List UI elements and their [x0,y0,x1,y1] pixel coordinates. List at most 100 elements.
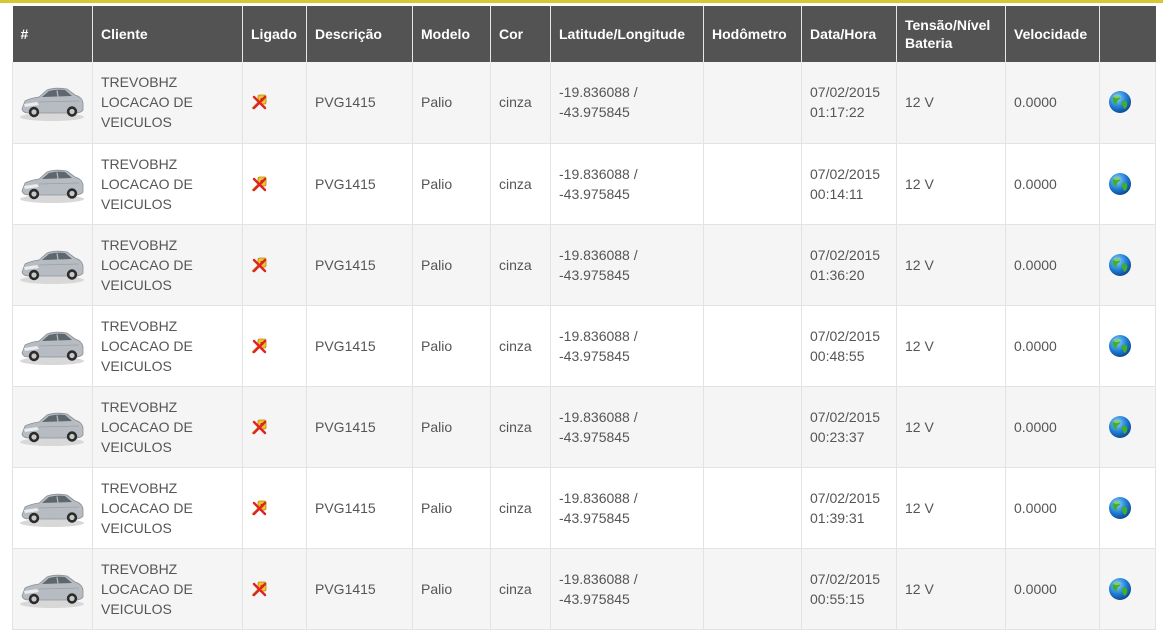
cell-modelo: Palio [412,386,491,468]
cliente-line: VEICULOS [101,519,172,536]
cliente-line: LOCACAO DE [101,94,193,111]
cell-descricao: PVG1415 [306,548,413,630]
latlon-line: -43.975845 [559,185,630,202]
cliente-line: TREVOBHZ [101,236,178,253]
cell-latlon: -19.836088 / -43.975845 [550,305,704,387]
car-icon [20,250,84,284]
col-header-actions[interactable] [1099,6,1156,62]
cell-datahora: 07/02/2015 01:36:20 [801,224,897,306]
col-header-tensao[interactable]: Tensão/Nível Bateria [896,6,1006,62]
cell-modelo: Palio [412,548,491,630]
time-text: 00:23:37 [810,428,865,445]
cell-velocidade: 0.0000 [1005,548,1100,630]
cell-map-action[interactable] [1099,386,1156,468]
time-text: 01:39:31 [810,509,865,526]
col-header-cliente[interactable]: Cliente [92,6,243,62]
globe-icon[interactable] [1108,334,1132,358]
cell-map-action[interactable] [1099,143,1156,225]
cell-map-action[interactable] [1099,548,1156,630]
date-text: 07/02/2015 [810,84,881,101]
cell-vehicle-image [12,224,93,306]
cliente-line: TREVOBHZ [101,560,178,577]
cell-ligado [242,548,307,630]
cliente-line: LOCACAO DE [101,418,193,435]
table-row[interactable]: TREVOBHZ LOCACAO DE VEICULOS PVG1415 Palio c… [12,305,1156,387]
cell-datahora: 07/02/2015 00:23:37 [801,386,897,468]
cliente-line: TREVOBHZ [101,317,178,334]
col-header-datahora[interactable]: Data/Hora [801,6,897,62]
latlon-line: -19.836088 / [559,165,638,182]
cell-datahora: 07/02/2015 00:14:11 [801,143,897,225]
top-accent-line [0,0,1163,3]
col-header-index[interactable]: # [12,6,93,62]
cell-ligado [242,224,307,306]
time-text: 00:55:15 [810,590,865,607]
ignition-off-icon [251,94,267,110]
globe-icon[interactable] [1108,90,1132,114]
latlon-line: -43.975845 [559,347,630,364]
time-text: 01:36:20 [810,266,865,283]
latlon-line: -43.975845 [559,428,630,445]
col-header-velocidade[interactable]: Velocidade [1005,6,1100,62]
col-header-latlon[interactable]: Latitude/Longitude [550,6,704,62]
cell-tensao: 12 V [896,386,1006,468]
cell-datahora: 07/02/2015 01:39:31 [801,467,897,549]
col-header-cor[interactable]: Cor [490,6,551,62]
cliente-line: TREVOBHZ [101,398,178,415]
globe-icon[interactable] [1108,253,1132,277]
cell-cliente: TREVOBHZ LOCACAO DE VEICULOS [92,62,243,144]
cell-vehicle-image [12,548,93,630]
cliente-line: VEICULOS [101,114,172,131]
latlon-line: -19.836088 / [559,84,638,101]
cell-cor: cinza [490,548,551,630]
table-row[interactable]: TREVOBHZ LOCACAO DE VEICULOS PVG1415 Palio c… [12,548,1156,630]
globe-icon[interactable] [1108,415,1132,439]
cell-map-action[interactable] [1099,62,1156,144]
cell-velocidade: 0.0000 [1005,143,1100,225]
cell-latlon: -19.836088 / -43.975845 [550,467,704,549]
cliente-line: VEICULOS [101,276,172,293]
globe-icon[interactable] [1108,577,1132,601]
col-header-descricao[interactable]: Descrição [306,6,413,62]
globe-icon[interactable] [1108,172,1132,196]
cell-descricao: PVG1415 [306,386,413,468]
table-row[interactable]: TREVOBHZ LOCACAO DE VEICULOS PVG1415 Palio c… [12,62,1156,144]
cell-descricao: PVG1415 [306,143,413,225]
cliente-line: VEICULOS [101,600,172,617]
cell-vehicle-image [12,143,93,225]
cell-cliente: TREVOBHZ LOCACAO DE VEICULOS [92,386,243,468]
cell-ligado [242,467,307,549]
cliente-line: VEICULOS [101,357,172,374]
table-row[interactable]: TREVOBHZ LOCACAO DE VEICULOS PVG1415 Palio c… [12,386,1156,468]
date-text: 07/02/2015 [810,570,881,587]
header-row: # Cliente Ligado Descrição Modelo Cor Latitude… [12,6,1156,62]
cell-descricao: PVG1415 [306,224,413,306]
time-text: 01:17:22 [810,104,865,121]
car-icon [20,574,84,608]
col-header-modelo[interactable]: Modelo [412,6,491,62]
cell-modelo: Palio [412,143,491,225]
cell-tensao: 12 V [896,224,1006,306]
date-text: 07/02/2015 [810,246,881,263]
cell-cor: cinza [490,224,551,306]
cell-map-action[interactable] [1099,224,1156,306]
cell-latlon: -19.836088 / -43.975845 [550,62,704,144]
cliente-line: VEICULOS [101,438,172,455]
cell-datahora: 07/02/2015 01:17:22 [801,62,897,144]
table-row[interactable]: TREVOBHZ LOCACAO DE VEICULOS PVG1415 Palio c… [12,224,1156,306]
cell-cor: cinza [490,305,551,387]
cell-map-action[interactable] [1099,467,1156,549]
car-icon [20,169,84,203]
table-row[interactable]: TREVOBHZ LOCACAO DE VEICULOS PVG1415 Palio c… [12,467,1156,549]
cell-ligado [242,305,307,387]
globe-icon[interactable] [1108,496,1132,520]
col-header-hodometro[interactable]: Hodômetro [703,6,802,62]
latlon-line: -43.975845 [559,266,630,283]
cliente-line: LOCACAO DE [101,256,193,273]
cell-modelo: Palio [412,305,491,387]
col-header-ligado[interactable]: Ligado [242,6,307,62]
cell-map-action[interactable] [1099,305,1156,387]
cell-cor: cinza [490,386,551,468]
ignition-off-icon [251,257,267,272]
table-row[interactable]: TREVOBHZ LOCACAO DE VEICULOS PVG1415 Palio c… [12,143,1156,225]
